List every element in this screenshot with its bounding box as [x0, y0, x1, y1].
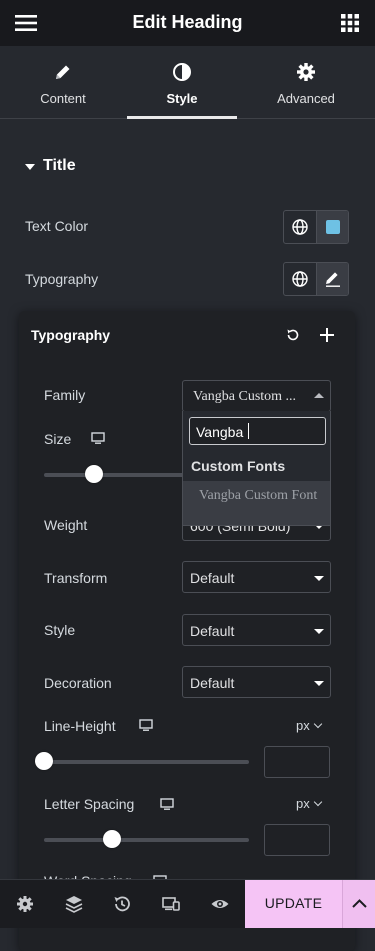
- tab-label: Content: [40, 91, 86, 106]
- style-select[interactable]: Default: [182, 614, 331, 646]
- globe-icon[interactable]: [284, 211, 316, 243]
- transform-value: Default: [190, 570, 235, 586]
- text-cursor: [248, 423, 249, 439]
- line-height-slider-track[interactable]: [44, 760, 249, 764]
- caret-down-icon[interactable]: [25, 164, 35, 170]
- chevron-down-icon: [314, 576, 324, 581]
- layers-icon[interactable]: [64, 894, 84, 914]
- size-slider-thumb[interactable]: [85, 465, 103, 483]
- decoration-label: Decoration: [44, 675, 112, 691]
- update-options-button[interactable]: [342, 880, 375, 928]
- typography-control: [283, 262, 349, 296]
- chevron-up-icon: [352, 899, 367, 908]
- typography-label: Typography: [25, 271, 99, 287]
- panel-tabs: Content Style Advanced: [0, 46, 375, 119]
- font-option-label: Vangba Custom Font: [199, 488, 318, 503]
- settings-icon[interactable]: [15, 894, 35, 914]
- section-title[interactable]: Title: [43, 157, 76, 175]
- edit-typography-button[interactable]: [316, 263, 348, 295]
- top-bar: Edit Heading: [0, 0, 375, 46]
- letter-spacing-label: Letter Spacing: [44, 796, 135, 812]
- desktop-icon[interactable]: [139, 718, 153, 732]
- line-height-slider-thumb[interactable]: [35, 752, 53, 770]
- size-label: Size: [44, 431, 72, 447]
- tab-label: Advanced: [277, 91, 335, 106]
- tab-label: Style: [166, 91, 198, 106]
- letter-spacing-slider-track[interactable]: [44, 838, 249, 842]
- text-color-label: Text Color: [25, 218, 89, 234]
- active-tab-indicator: [127, 116, 237, 119]
- chevron-down-icon: [314, 629, 324, 634]
- family-select[interactable]: Vangba Custom ...: [182, 380, 331, 412]
- family-value: Vangba Custom ...: [193, 389, 297, 404]
- chevron-down-icon: [313, 719, 322, 729]
- page-title: Edit Heading: [132, 12, 243, 32]
- history-icon[interactable]: [112, 894, 132, 914]
- globe-icon[interactable]: [284, 263, 316, 295]
- font-search-value: Vangba: [196, 424, 244, 440]
- typography-popover: Typography Family Vangba Custom ... Size…: [19, 311, 355, 951]
- popover-title: Typography: [31, 327, 111, 343]
- update-label: UPDATE: [264, 895, 323, 911]
- chevron-down-icon: [314, 681, 324, 686]
- letter-spacing-slider-thumb[interactable]: [103, 830, 121, 848]
- font-option[interactable]: Vangba Custom Font: [183, 481, 330, 525]
- responsive-icon[interactable]: [161, 894, 181, 914]
- dropdown-group-label: Custom Fonts: [191, 458, 286, 474]
- family-dropdown: Vangba Custom Fonts Vangba Custom Font: [182, 411, 331, 526]
- line-height-input[interactable]: [264, 746, 330, 778]
- style-value: Default: [190, 623, 235, 639]
- size-slider-track[interactable]: [44, 473, 199, 477]
- gear-icon: [296, 62, 316, 82]
- letter-spacing-input[interactable]: [264, 824, 330, 856]
- pencil-icon: [53, 62, 73, 82]
- transform-select[interactable]: Default: [182, 561, 331, 593]
- tab-advanced[interactable]: Advanced: [251, 46, 361, 118]
- tab-content[interactable]: Content: [8, 46, 118, 118]
- reset-icon[interactable]: [285, 327, 301, 343]
- desktop-icon[interactable]: [160, 797, 174, 811]
- unit-label: px: [296, 796, 310, 811]
- chevron-up-icon: [314, 393, 324, 398]
- line-height-unit-select[interactable]: px: [296, 718, 322, 733]
- font-search-input[interactable]: Vangba: [189, 417, 326, 445]
- desktop-icon[interactable]: [91, 431, 105, 445]
- transform-label: Transform: [44, 570, 108, 586]
- color-swatch: [326, 220, 340, 234]
- tab-style[interactable]: Style: [127, 46, 237, 119]
- plus-icon[interactable]: [319, 327, 335, 343]
- line-height-label: Line-Height: [44, 718, 116, 734]
- preview-icon[interactable]: [210, 894, 230, 914]
- style-label: Style: [44, 622, 76, 638]
- contrast-icon: [172, 62, 192, 82]
- text-color-control: [283, 210, 349, 244]
- footer-bar: UPDATE: [0, 879, 375, 928]
- family-label: Family: [44, 387, 86, 403]
- chevron-down-icon: [313, 797, 322, 807]
- grid-icon[interactable]: [341, 14, 359, 32]
- decoration-select[interactable]: Default: [182, 666, 331, 698]
- update-button[interactable]: UPDATE: [245, 880, 342, 928]
- pencil-icon: [326, 272, 340, 287]
- decoration-value: Default: [190, 675, 235, 691]
- color-picker-button[interactable]: [316, 211, 348, 243]
- weight-label: Weight: [44, 517, 88, 533]
- letter-spacing-unit-select[interactable]: px: [296, 796, 322, 811]
- unit-label: px: [296, 718, 310, 733]
